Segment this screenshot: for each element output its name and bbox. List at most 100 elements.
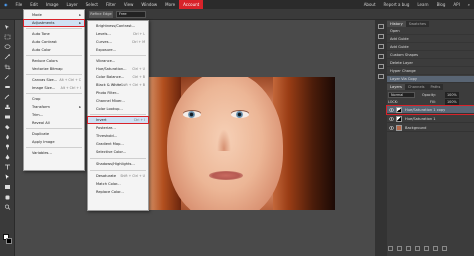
adj-color-lookup[interactable]: Color Lookup... [88,106,148,112]
tab-paths[interactable]: Paths [427,84,444,90]
adj-match-color[interactable]: Match Color... [88,181,148,187]
menu-edit[interactable]: Edit [26,0,42,9]
menu-select[interactable]: Select [82,0,102,9]
brush-tool-icon[interactable] [4,94,11,100]
link-learn[interactable]: Learn [413,2,432,7]
layer-mask-icon[interactable] [415,246,420,251]
adj-curves[interactable]: Curves... Ctrl + M [88,39,148,45]
image-menu-auto-tone[interactable]: Auto Tone [24,31,84,37]
adj-levels[interactable]: Levels... Ctrl + L [88,31,148,37]
history-item[interactable]: Delete Layer [387,60,474,67]
shape-tool-icon[interactable] [4,184,11,190]
adj-vibrance[interactable]: Vibrance... [88,58,148,64]
hand-tool-icon[interactable] [4,194,11,200]
image-menu-image-size[interactable]: Image Size... Alt + Ctrl + I [24,85,84,91]
history-item[interactable]: Add Guide [387,44,474,51]
layer-row[interactable]: Background [387,124,474,132]
image-menu-duplicate[interactable]: Duplicate [24,131,84,137]
tab-swatches[interactable]: Swatches [405,21,429,27]
image-menu-reveal-all[interactable]: Reveal All [24,120,84,126]
adj-black-white[interactable]: Black & White... Alt + Shift + Ctrl + B [88,82,148,88]
magic-wand-tool-icon[interactable] [4,54,11,60]
fill-input[interactable]: 100% [445,99,459,105]
image-menu-adjustments[interactable]: Adjustments ▸ [23,19,85,27]
layer-style-icon[interactable] [397,246,402,251]
history-item[interactable]: Add Guide [387,36,474,43]
move-tool-icon[interactable] [4,24,11,30]
selection-mode-select[interactable]: Free [116,11,146,18]
eraser-tool-icon[interactable] [4,114,11,120]
trash-icon[interactable] [442,246,447,251]
image-menu-vectorize-bitmap[interactable]: Vectorize Bitmap [24,66,84,72]
layer-row[interactable]: Hue/Saturation 1 [387,115,474,123]
type-tool-icon[interactable] [4,164,11,170]
css-panel-icon[interactable] [378,74,384,79]
brush-panel-icon[interactable] [378,44,384,49]
refine-edge-button[interactable]: Refine Edge [89,11,113,18]
menu-window[interactable]: Window [137,0,161,9]
image-menu-reduce-colors[interactable]: Reduce Colors [24,58,84,64]
adj-shadows-highlights[interactable]: Shadows/Highlights... [88,161,148,167]
dodge-tool-icon[interactable] [4,144,11,150]
background-color-swatch[interactable] [6,238,12,244]
menu-layer[interactable]: Layer [62,0,81,9]
adj-color-balance[interactable]: Color Balance... Ctrl + B [88,74,148,80]
menu-account[interactable]: Account [179,0,204,9]
image-menu-trim[interactable]: Trim... [24,112,84,118]
adj-exposure[interactable]: Exposure... [88,47,148,53]
history-item-current[interactable]: Layer Via Copy [387,76,474,83]
bucket-tool-icon[interactable] [4,124,11,130]
new-layer-icon[interactable] [433,246,438,251]
character-panel-icon[interactable] [378,54,384,59]
logo-icon[interactable]: ◉ [0,0,12,9]
image-menu-auto-color[interactable]: Auto Color [24,47,84,53]
adj-invert[interactable]: Invert Ctrl + I [87,116,149,124]
history-item[interactable]: Hyper Change [387,68,474,75]
document-canvas[interactable] [121,77,335,210]
adj-gradient-map[interactable]: Gradient Map... [88,141,148,147]
menu-filter[interactable]: Filter [102,0,120,9]
menu-image[interactable]: Image [42,0,63,9]
menu-more[interactable]: More [161,0,179,9]
pen-tool-icon[interactable] [4,154,11,160]
search-icon[interactable]: ⌕ [464,2,474,7]
link-about[interactable]: About [360,2,380,7]
marquee-tool-icon[interactable] [4,34,11,40]
healing-tool-icon[interactable] [4,84,11,90]
link-report-bug[interactable]: Report a bug [380,2,414,7]
visibility-eye-icon[interactable] [389,126,394,130]
clone-stamp-tool-icon[interactable] [4,104,11,110]
lasso-tool-icon[interactable] [4,44,11,50]
adj-photo-filter[interactable]: Photo Filter... [88,90,148,96]
visibility-eye-icon[interactable] [389,117,394,121]
adj-threshold[interactable]: Threshold... [88,133,148,139]
adjustment-layer-icon[interactable] [406,246,411,251]
link-layers-icon[interactable] [388,246,393,251]
blend-mode-select[interactable]: Normal [388,92,415,98]
blur-tool-icon[interactable] [4,134,11,140]
link-api[interactable]: API [449,2,463,7]
image-menu-transform[interactable]: Transform ▸ [24,104,84,110]
menu-view[interactable]: View [120,0,138,9]
link-blog[interactable]: Blog [433,2,450,7]
opacity-input[interactable]: 100% [445,92,459,98]
tab-history[interactable]: History [387,21,406,27]
image-menu-crop[interactable]: Crop [24,96,84,102]
zoom-tool-icon[interactable] [4,204,11,210]
crop-tool-icon[interactable] [4,64,11,70]
eyedropper-tool-icon[interactable] [4,74,11,80]
image-menu-auto-contrast[interactable]: Auto Contrast [24,39,84,45]
info-panel-icon[interactable] [378,24,384,29]
adj-brightness-contrast[interactable]: Brightness/Contrast... [88,23,148,29]
new-folder-icon[interactable] [424,246,429,251]
history-item[interactable]: Custom Shapes [387,52,474,59]
menu-file[interactable]: File [12,0,27,9]
history-item[interactable]: Open [387,28,474,35]
path-select-tool-icon[interactable] [4,174,11,180]
adj-channel-mixer[interactable]: Channel Mixer... [88,98,148,104]
tab-layers[interactable]: Layers [387,84,405,90]
adj-replace-color[interactable]: Replace Color... [88,189,148,195]
image-menu-mode[interactable]: Mode ▸ [24,12,84,18]
properties-panel-icon[interactable] [378,34,384,39]
adj-selective-color[interactable]: Selective Color... [88,149,148,155]
